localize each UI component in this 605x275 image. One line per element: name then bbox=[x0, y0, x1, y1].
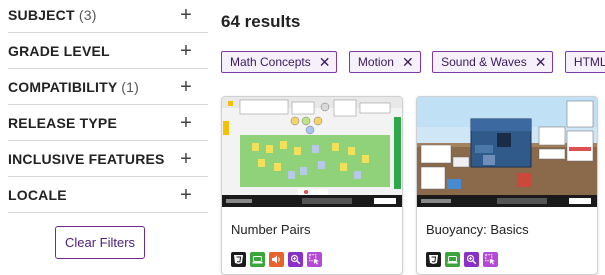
filter-sidebar: SUBJECT (3) + GRADE LEVEL + COMPATIBILIT… bbox=[0, 0, 208, 273]
sound-icon bbox=[269, 252, 284, 267]
filter-release-type[interactable]: RELEASE TYPE + bbox=[8, 105, 208, 141]
chromebook-icon bbox=[445, 252, 460, 267]
simulation-card[interactable]: Number Pairs bbox=[221, 96, 403, 275]
pointer-icon bbox=[483, 252, 498, 267]
simulation-card[interactable]: Buoyancy: Basics bbox=[416, 96, 598, 275]
zoom-icon bbox=[464, 252, 479, 267]
plus-icon[interactable]: + bbox=[176, 113, 196, 133]
filter-chip[interactable]: HTML5✕ bbox=[564, 51, 605, 73]
filter-inclusive-features[interactable]: INCLUSIVE FEATURES + bbox=[8, 141, 208, 177]
simulation-thumbnail bbox=[222, 97, 402, 207]
filter-label: GRADE LEVEL bbox=[8, 42, 110, 59]
filter-grade-level[interactable]: GRADE LEVEL + bbox=[8, 33, 208, 69]
plus-icon[interactable]: + bbox=[176, 149, 196, 169]
filter-label: RELEASE TYPE bbox=[8, 114, 117, 131]
filter-locale[interactable]: LOCALE + bbox=[8, 177, 208, 213]
filter-subject[interactable]: SUBJECT (3) + bbox=[8, 0, 208, 33]
simulation-thumbnail bbox=[417, 97, 597, 207]
close-icon[interactable]: ✕ bbox=[535, 55, 547, 69]
html5-icon bbox=[231, 252, 246, 267]
filter-label: COMPATIBILITY (1) bbox=[8, 78, 139, 95]
filter-chip[interactable]: Motion ✕ bbox=[348, 51, 421, 73]
clear-filters-button[interactable]: Clear Filters bbox=[55, 226, 145, 259]
filter-label: LOCALE bbox=[8, 186, 67, 203]
filter-label: INCLUSIVE FEATURES bbox=[8, 150, 165, 167]
filter-label: SUBJECT (3) bbox=[8, 6, 97, 23]
close-icon[interactable]: ✕ bbox=[319, 55, 331, 69]
html5-icon bbox=[426, 252, 441, 267]
close-icon[interactable]: ✕ bbox=[402, 55, 414, 69]
zoom-icon bbox=[288, 252, 303, 267]
filter-compatibility[interactable]: COMPATIBILITY (1) + bbox=[8, 69, 208, 105]
filter-chip[interactable]: Sound & Waves ✕ bbox=[432, 51, 554, 73]
feature-badges bbox=[426, 252, 498, 267]
card-title[interactable]: Number Pairs bbox=[231, 222, 310, 237]
feature-badges bbox=[231, 252, 322, 267]
plus-icon[interactable]: + bbox=[176, 185, 196, 205]
plus-icon[interactable]: + bbox=[176, 41, 196, 61]
results-count: 64 results bbox=[221, 12, 301, 31]
chromebook-icon bbox=[250, 252, 265, 267]
filter-chip[interactable]: Math Concepts ✕ bbox=[221, 51, 338, 73]
plus-icon[interactable]: + bbox=[176, 5, 196, 25]
plus-icon[interactable]: + bbox=[176, 77, 196, 97]
card-title[interactable]: Buoyancy: Basics bbox=[426, 222, 529, 237]
pointer-icon bbox=[307, 252, 322, 267]
active-filter-chips: Math Concepts ✕ Motion ✕ Sound & Waves ✕ HT… bbox=[221, 51, 605, 73]
